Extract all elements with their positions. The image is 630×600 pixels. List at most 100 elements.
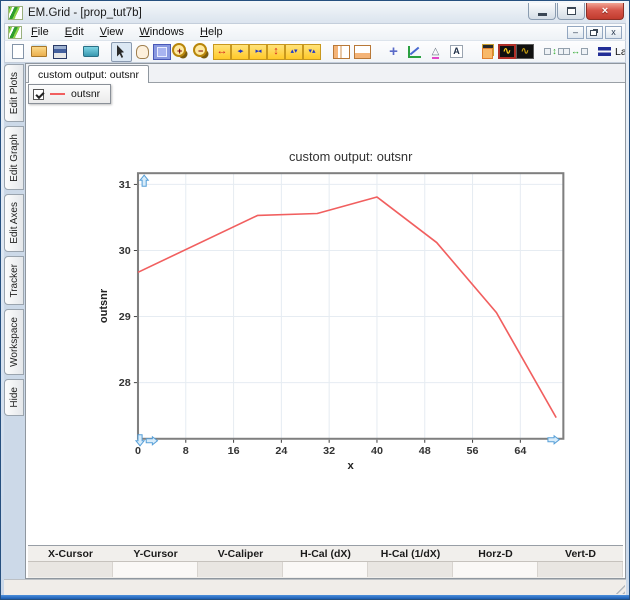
legend-label: outsnr <box>71 88 101 100</box>
add-shape-button[interactable]: △ <box>425 42 446 62</box>
layout-icon <box>598 47 611 56</box>
value-h-cal-dx <box>283 562 368 577</box>
menu-file[interactable]: File <box>24 25 56 39</box>
expand-y-button[interactable]: ↕ <box>267 43 285 60</box>
plot-traces-button[interactable]: ∿ <box>516 44 534 59</box>
y-tick-label: 31 <box>119 179 131 191</box>
menu-edit[interactable]: Edit <box>58 25 91 39</box>
pan-right-arrow-right[interactable] <box>547 434 561 445</box>
plot-area: outsnr 0 8 16 24 32 40 48 56 64 28 29 30 31 custom ou… <box>26 83 625 545</box>
scroll-x-button[interactable]: ◂▸ <box>231 43 249 60</box>
series-outsnr <box>137 196 557 419</box>
sidebar-tab-hide[interactable]: Hide <box>4 379 24 416</box>
x-tick-label: 40 <box>371 445 383 457</box>
sidebar-tab-edit-graph[interactable]: Edit Graph <box>4 126 24 191</box>
window-title: EM.Grid - [prop_tut7b] <box>28 7 142 19</box>
toolbar: ↔◂▸▸◂↕▴▾▾▴+△A∿∿↕↔Layout <box>4 40 626 63</box>
y-tick-label: 29 <box>119 311 131 323</box>
menu-windows[interactable]: Windows <box>132 25 191 39</box>
pan-hand-button[interactable] <box>132 42 153 62</box>
mdi-close-button[interactable]: x <box>605 25 622 39</box>
x-axis-label: x <box>348 460 355 472</box>
column-y-cursor: Y-Cursor <box>113 546 198 562</box>
x-tick-label: 64 <box>514 445 526 457</box>
x-tick-label: 32 <box>323 445 335 457</box>
title-bar: EM.Grid - [prop_tut7b] × <box>4 1 626 23</box>
value-x-cursor <box>28 562 113 577</box>
maximize-button[interactable] <box>557 3 585 20</box>
menu-bar: File Edit View Windows Help – x <box>4 23 626 40</box>
new-file-button[interactable] <box>7 42 28 62</box>
sidebar-tab-workspace[interactable]: Workspace <box>4 309 24 376</box>
column-horz-d: Horz-D <box>453 546 538 562</box>
document-icon <box>8 25 22 39</box>
y-tick-label: 28 <box>119 377 131 389</box>
x-tick-label: 56 <box>467 445 479 457</box>
x-tick-label: 48 <box>419 445 431 457</box>
minimize-button[interactable] <box>528 3 556 20</box>
mdi-restore-button[interactable] <box>586 25 603 39</box>
save-button[interactable] <box>49 42 70 62</box>
menu-help[interactable]: Help <box>193 25 230 39</box>
column-h-cal-1dx: H-Cal (1/dX) <box>368 546 453 562</box>
layout-button[interactable]: Layout <box>596 42 625 62</box>
sidebar-tab-tracker[interactable]: Tracker <box>4 255 24 306</box>
column-vert-d: Vert-D <box>538 546 623 562</box>
zoom-out-button[interactable] <box>192 42 213 62</box>
zoom-region-button[interactable] <box>153 43 171 60</box>
add-text-button[interactable]: A <box>446 42 467 62</box>
x-tick-label: 0 <box>135 445 141 457</box>
value-h-cal-1dx <box>368 562 453 577</box>
y-axis-label: outsnr <box>98 288 110 323</box>
zoom-in-button[interactable] <box>171 42 192 62</box>
chart[interactable]: 0 8 16 24 32 40 48 56 64 28 29 30 31 custom output: o… <box>26 83 625 545</box>
close-icon: × <box>601 4 609 17</box>
layout-label: Layout <box>615 45 625 58</box>
add-marker-button[interactable]: + <box>383 42 404 62</box>
plot-colors-button[interactable]: ∿ <box>498 44 516 59</box>
tab-custom-output-outsnr[interactable]: custom output: outsnr <box>28 65 149 83</box>
menu-view[interactable]: View <box>93 25 131 39</box>
value-v-caliper <box>198 562 283 577</box>
close-button[interactable]: × <box>586 3 624 20</box>
cursor-readout-table: X-Cursor Y-Cursor V-Caliper H-Cal (dX) H… <box>28 545 623 578</box>
compress-y-button[interactable]: ▾▴ <box>303 43 321 60</box>
sidebar-tab-edit-plots[interactable]: Edit Plots <box>4 64 24 123</box>
copy-plot-button[interactable] <box>477 42 498 62</box>
mdi-minimize-button[interactable]: – <box>567 25 584 39</box>
resize-grip[interactable] <box>614 583 625 594</box>
value-horz-d <box>453 562 538 577</box>
sidebar-tab-edit-axes[interactable]: Edit Axes <box>4 194 24 252</box>
x-tick-label: 16 <box>228 445 240 457</box>
expand-x-button[interactable]: ↔ <box>213 43 231 60</box>
split-vertical-button[interactable] <box>331 42 352 62</box>
compress-x-button[interactable]: ▸◂ <box>249 43 267 60</box>
add-axes-button[interactable] <box>404 42 425 62</box>
sidebar-tabs: Edit Plots Edit Graph Edit Axes Tracker … <box>4 63 25 579</box>
app-window: EM.Grid - [prop_tut7b] × File Edit View … <box>0 0 630 600</box>
link-y-axes-button[interactable]: ↕ <box>544 42 565 62</box>
value-y-cursor <box>113 562 198 577</box>
app-icon <box>8 6 23 20</box>
minimize-icon <box>537 12 547 16</box>
link-x-axes-button[interactable]: ↔ <box>563 42 588 62</box>
scroll-y-button[interactable]: ▴▾ <box>285 43 303 60</box>
plot-client-area: custom output: outsnr outsnr 0 8 16 24 32 40 4… <box>25 63 626 579</box>
print-button[interactable] <box>80 42 101 62</box>
workspace: Edit Plots Edit Graph Edit Axes Tracker … <box>4 63 626 579</box>
legend-line-sample <box>50 93 65 95</box>
legend: outsnr <box>28 84 112 104</box>
window-bottom-border <box>1 595 629 599</box>
x-tick-label: 24 <box>275 445 287 457</box>
legend-checkbox[interactable] <box>33 88 44 100</box>
y-tick-label: 30 <box>119 245 131 257</box>
restore-icon <box>590 29 597 36</box>
split-horizontal-button[interactable] <box>352 42 373 62</box>
select-cursor-button[interactable] <box>111 41 132 62</box>
open-file-button[interactable] <box>28 42 49 62</box>
column-x-cursor: X-Cursor <box>28 546 113 562</box>
plot-frame <box>136 172 565 440</box>
value-vert-d <box>538 562 623 577</box>
maximize-icon <box>566 7 576 15</box>
column-h-cal-dx: H-Cal (dX) <box>283 546 368 562</box>
